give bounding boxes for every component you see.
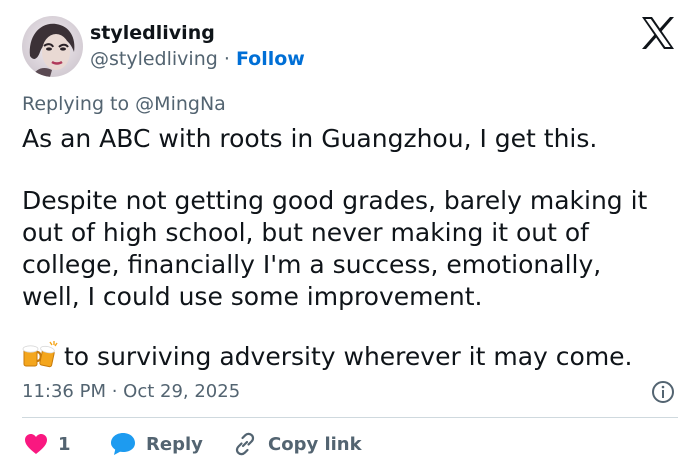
tweet-text-line: out of high school, but never making it … — [22, 218, 589, 247]
avatar[interactable] — [22, 16, 83, 77]
heart-icon — [25, 434, 47, 454]
info-icon[interactable] — [651, 380, 675, 404]
tweet-text-line: Despite not getting good grades, barely … — [22, 186, 648, 215]
author-handle[interactable]: @styledliving — [90, 48, 218, 70]
x-logo-icon[interactable] — [640, 16, 676, 50]
clinking-beer-mugs-icon — [22, 340, 58, 370]
author-handle-row: @styledliving · Follow — [90, 48, 305, 70]
follow-button[interactable]: Follow — [236, 48, 305, 70]
speech-bubble-icon — [111, 433, 135, 455]
reply-button[interactable]: Reply — [110, 431, 203, 457]
link-icon — [235, 432, 255, 456]
tweet-text-line-with-emoji: to surviving adversity wherever it may c… — [22, 340, 633, 373]
replying-to: Replying to @MingNa — [22, 93, 226, 115]
tweet-card: styledliving @styledliving · Follow Repl… — [0, 0, 700, 471]
like-button[interactable]: 1 — [24, 431, 71, 457]
tweet-text-line: college, financially I'm a success, emot… — [22, 250, 602, 279]
reply-label: Reply — [146, 433, 203, 455]
tweet-timestamp[interactable]: 11:36 PM · Oct 29, 2025 — [22, 381, 240, 402]
replying-to-mention[interactable]: @MingNa — [135, 93, 226, 115]
copy-link-button[interactable]: Copy link — [232, 431, 362, 457]
handle-separator: · — [223, 48, 230, 70]
author-display-name[interactable]: styledliving — [90, 22, 215, 44]
replying-to-prefix: Replying to — [22, 93, 130, 115]
tweet-text-line: As an ABC with roots in Guangzhou, I get… — [22, 124, 598, 153]
like-count: 1 — [58, 433, 71, 455]
tweet-text-line: well, I could use some improvement. — [22, 282, 483, 311]
copy-link-label: Copy link — [268, 433, 362, 455]
tweet-text-line: to surviving adversity wherever it may c… — [64, 342, 633, 371]
divider — [22, 417, 678, 418]
